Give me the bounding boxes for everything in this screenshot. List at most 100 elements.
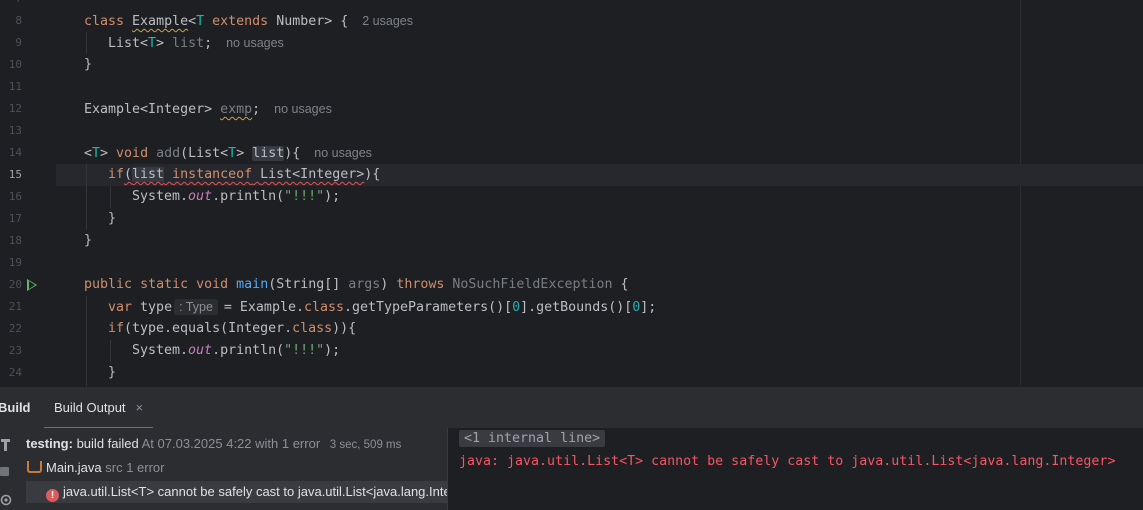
tok: .getTypeParameters()[	[344, 300, 513, 315]
line-number: 13	[8, 124, 22, 137]
kw-throws: throws	[396, 277, 445, 292]
usages-hint[interactable]: 2 usages	[362, 14, 413, 28]
tok: List<Integer>	[260, 167, 365, 182]
internal-line-fold[interactable]: <1 internal line>	[459, 430, 606, 447]
line-number: 22	[8, 322, 22, 335]
exception-type: NoSuchFieldException	[452, 277, 613, 292]
indent-guide	[86, 32, 87, 54]
method-add: add	[156, 146, 181, 161]
run-gutter-icon[interactable]	[27, 279, 37, 291]
line-number: 9	[15, 36, 22, 49]
tok: System.	[132, 343, 189, 358]
field-exmp: exmp	[220, 102, 253, 117]
tok: = Example.	[223, 300, 304, 315]
tok: List<	[108, 36, 149, 51]
build-tool-window-header: Build Build Output ×	[0, 386, 1143, 429]
kw-static: static	[140, 277, 189, 292]
tok: )){	[332, 321, 357, 336]
close-icon[interactable]: ×	[136, 400, 144, 415]
kw-class: class	[303, 300, 344, 315]
param-list-ref: list	[132, 167, 165, 182]
code-line-18: }	[84, 233, 93, 248]
build-tree-file[interactable]: Main.java src 1 error	[27, 457, 165, 479]
line-number: 12	[8, 102, 22, 115]
kw-class: class	[292, 321, 333, 336]
tok: >	[236, 146, 253, 161]
right-margin-guide	[1020, 0, 1021, 386]
build-tree-root[interactable]: testing: build failed At 07.03.2025 4:22…	[26, 433, 401, 455]
file-error-count: src 1 error	[105, 460, 165, 475]
tab-label: Build Output	[54, 400, 126, 415]
field-out: out	[188, 189, 213, 204]
line-number: 8	[15, 14, 22, 27]
error-expression[interactable]: (list instanceof List<Integer>	[124, 167, 364, 182]
build-status: build failed	[76, 436, 139, 451]
line-number: 20	[8, 278, 22, 291]
kw-class: class	[84, 14, 125, 29]
code-line-14: <T> void add(List<T> list){no usages	[84, 146, 372, 161]
code-editor[interactable]: 7 8 9 10 11 12 13 14 15 16 17 18 19 20 2…	[0, 0, 1143, 386]
build-tree: testing: build failed At 07.03.2025 4:22…	[18, 428, 447, 510]
line-number: 17	[8, 212, 22, 225]
string-literal: "!!!"	[284, 189, 325, 204]
gear-icon[interactable]	[0, 494, 12, 509]
tok: Example<Integer>	[84, 102, 221, 117]
type-param: T	[196, 14, 205, 29]
tok: );	[324, 189, 341, 204]
file-name: Main.java	[46, 460, 102, 475]
kw-instanceof: instanceof	[172, 167, 253, 182]
line-number: 18	[8, 234, 22, 247]
tok: Number> {	[268, 14, 349, 29]
tok: .println(	[212, 189, 285, 204]
error-badge-icon: !	[46, 489, 59, 502]
field-out: out	[188, 343, 213, 358]
build-timestamp: At 07.03.2025 4:22 with 1 error	[141, 436, 321, 451]
code-line-16: System.out.println("!!!");	[132, 186, 340, 208]
tok: (	[124, 167, 133, 182]
method-main: main	[236, 277, 269, 292]
hammer-icon[interactable]	[0, 438, 12, 455]
code-line-23: System.out.println("!!!");	[132, 340, 340, 362]
kw-var: var	[108, 300, 133, 315]
indent-guide	[110, 186, 111, 208]
line-number: 11	[8, 80, 22, 93]
tok: (type.equals(Integer.	[124, 321, 293, 336]
param-list: list	[252, 146, 285, 161]
build-console[interactable]: <1 internal line> java: java.util.List<T…	[448, 428, 1143, 510]
line-number: 14	[8, 146, 22, 159]
build-output-panel: testing: build failed At 07.03.2025 4:22…	[0, 428, 1143, 510]
line-number: 24	[8, 366, 22, 379]
tok: ){	[284, 146, 301, 161]
tok: {	[612, 277, 629, 292]
field-list: list	[172, 36, 205, 51]
indent-guide	[110, 340, 111, 362]
tok: ].getBounds()[	[520, 300, 633, 315]
tok: <	[84, 146, 93, 161]
tok: (List<	[180, 146, 229, 161]
tool-window-title: Build	[0, 400, 31, 415]
tok: <	[188, 14, 197, 29]
line-number: 23	[8, 344, 22, 357]
tok: .println(	[212, 343, 285, 358]
kw-public: public	[84, 277, 133, 292]
usages-hint[interactable]: no usages	[274, 102, 332, 116]
tok: ];	[640, 300, 657, 315]
kw-if: if	[108, 167, 125, 182]
usages-hint[interactable]: no usages	[314, 146, 372, 160]
tab-build-output[interactable]: Build Output ×	[44, 387, 154, 429]
stop-icon[interactable]	[0, 466, 10, 480]
build-duration: 3 sec, 509 ms	[329, 439, 402, 451]
build-tree-error[interactable]: ! java.util.List<T> cannot be safely cast…	[26, 481, 447, 503]
line-number: 16	[8, 190, 22, 203]
console-error-message: java: java.util.List<T> cannot be safely…	[459, 454, 1116, 469]
kw-void: void	[116, 146, 149, 161]
code-line-20: public static void main(String[] args) t…	[84, 277, 629, 292]
line-number: 7	[0, 0, 22, 10]
tok: ){	[364, 167, 381, 182]
number-literal: 0	[512, 300, 521, 315]
java-file-icon	[27, 461, 42, 473]
type-inlay-hint: : Type	[174, 299, 218, 315]
code-line-24: }	[108, 365, 117, 380]
usages-hint[interactable]: no usages	[226, 36, 284, 50]
code-line-9: List<T> list; no usages	[108, 32, 284, 55]
